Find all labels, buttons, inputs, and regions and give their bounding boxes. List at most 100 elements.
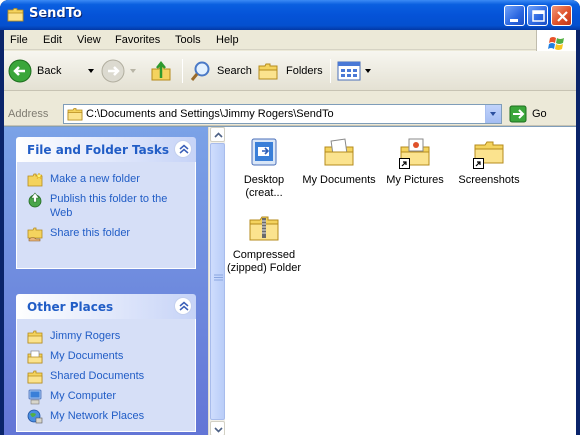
task-make-new-folder[interactable]: Make a new folder [27, 172, 180, 188]
place-label: My Network Places [50, 410, 145, 422]
my-computer-icon [28, 389, 42, 405]
other-places-header[interactable]: Other Places [16, 294, 196, 319]
minimize-icon [510, 19, 518, 22]
views-icon [337, 61, 361, 81]
collapse-button[interactable] [174, 140, 192, 158]
minimize-button[interactable] [504, 5, 525, 26]
file-tasks-header[interactable]: File and Folder Tasks [16, 137, 196, 162]
scroll-thumb[interactable] [210, 143, 225, 420]
file-item-desktop[interactable]: Desktop (creat... [225, 137, 303, 200]
close-icon [557, 11, 568, 22]
task-label: Publish this folder to the Web [50, 193, 168, 219]
search-button[interactable]: Search [190, 57, 252, 85]
shortcut-arrow-icon [473, 158, 484, 169]
go-arrow-icon [509, 105, 527, 123]
address-bar: Address C:\Documents and Settings\Jimmy … [4, 102, 576, 126]
toolbar-separator [330, 59, 331, 83]
screenshots-folder-shortcut-icon [473, 137, 505, 169]
back-arrow-icon [8, 59, 32, 83]
forward-dropdown-icon [130, 69, 136, 73]
go-label: Go [532, 108, 547, 120]
search-icon [190, 61, 210, 81]
maximize-button[interactable] [527, 5, 548, 26]
content-area: File and Folder Tasks Make a new folder [4, 126, 576, 435]
maximize-icon [532, 10, 545, 22]
task-pane-scrollbar[interactable] [208, 127, 225, 435]
chevron-down-icon [490, 112, 496, 116]
address-path: C:\Documents and Settings\Jimmy Rogers\S… [86, 108, 334, 120]
my-pictures-shortcut-icon [399, 137, 431, 169]
address-label: Address [8, 108, 49, 120]
other-places-panel: Jimmy Rogers My Documents Shared Documen… [16, 319, 196, 432]
place-my-computer[interactable]: My Computer [27, 389, 180, 405]
search-label: Search [217, 65, 252, 77]
place-label: Shared Documents [50, 370, 145, 382]
up-folder-button[interactable] [149, 57, 173, 85]
close-button[interactable] [551, 5, 572, 26]
task-label: Make a new folder [50, 173, 140, 185]
place-label: Jimmy Rogers [50, 330, 121, 342]
my-documents-folder-icon [323, 137, 355, 169]
collapse-button[interactable] [174, 297, 192, 315]
place-label: My Computer [50, 390, 117, 402]
folder-icon [27, 330, 43, 344]
window-client-area: File Edit View Favorites Tools Help Back… [4, 30, 576, 435]
new-folder-icon [27, 172, 43, 187]
file-label: My Documents [302, 174, 376, 186]
file-item-compressed-folder[interactable]: Compressed (zipped) Folder [225, 212, 303, 275]
folder-icon [27, 370, 43, 384]
menu-tools[interactable]: Tools [175, 34, 201, 46]
file-item-screenshots[interactable]: Screenshots [450, 137, 528, 187]
menu-edit[interactable]: Edit [43, 34, 62, 46]
place-my-documents[interactable]: My Documents [27, 349, 180, 365]
folders-label: Folders [286, 65, 323, 77]
file-item-my-pictures[interactable]: My Pictures [376, 137, 454, 187]
toolbar-separator [182, 59, 183, 83]
back-button[interactable]: Back [8, 57, 94, 85]
file-tasks-panel: Make a new folder Publish this folder to… [16, 162, 196, 269]
menu-favorites[interactable]: Favorites [115, 34, 160, 46]
address-dropdown-button[interactable] [485, 105, 501, 123]
explorer-window: SendTo File Edit View Favorites Tools He… [0, 0, 580, 435]
network-places-icon [27, 409, 43, 424]
place-label: My Documents [50, 350, 124, 362]
menu-help[interactable]: Help [216, 34, 239, 46]
task-pane: File and Folder Tasks Make a new folder [4, 127, 208, 435]
back-dropdown-icon[interactable] [88, 69, 94, 73]
folder-icon [67, 108, 83, 121]
share-folder-icon [27, 227, 43, 242]
chevron-down-icon [214, 427, 223, 433]
views-dropdown-icon[interactable] [365, 69, 371, 73]
publish-web-icon [28, 192, 42, 208]
file-label: Screenshots [458, 174, 520, 186]
go-button[interactable]: Go [509, 105, 547, 123]
folders-button[interactable]: Folders [257, 57, 323, 85]
desktop-shortcut-icon [248, 137, 280, 169]
other-places-title: Other Places [27, 300, 114, 314]
title-bar[interactable]: SendTo [0, 0, 580, 30]
scroll-down-button[interactable] [210, 421, 225, 435]
file-tasks-title: File and Folder Tasks [27, 143, 170, 157]
task-share-folder[interactable]: Share this folder [27, 226, 180, 242]
views-button[interactable] [337, 57, 371, 85]
place-my-network-places[interactable]: My Network Places [27, 409, 180, 425]
task-publish-to-web[interactable]: Publish this folder to the Web [27, 192, 180, 220]
file-list: Desktop (creat... My Documents My Pictur… [225, 127, 576, 435]
file-item-my-documents[interactable]: My Documents [300, 137, 378, 187]
window-title: SendTo [29, 6, 82, 21]
chevron-up-icon [214, 132, 223, 138]
place-shared-documents[interactable]: Shared Documents [27, 369, 180, 385]
address-input[interactable]: C:\Documents and Settings\Jimmy Rogers\S… [63, 104, 502, 124]
standard-toolbar: Back Search Folders [4, 51, 576, 91]
folders-icon [258, 63, 278, 80]
up-folder-icon [151, 60, 171, 81]
zipped-folder-icon [248, 212, 280, 244]
menu-view[interactable]: View [77, 34, 101, 46]
menu-bar: File Edit View Favorites Tools Help [4, 30, 576, 58]
forward-arrow-icon [101, 59, 125, 83]
place-jimmy-rogers[interactable]: Jimmy Rogers [27, 329, 180, 345]
forward-button[interactable] [101, 57, 136, 85]
menu-file[interactable]: File [10, 34, 28, 46]
double-chevron-up-icon [179, 144, 189, 154]
scroll-up-button[interactable] [210, 127, 225, 142]
